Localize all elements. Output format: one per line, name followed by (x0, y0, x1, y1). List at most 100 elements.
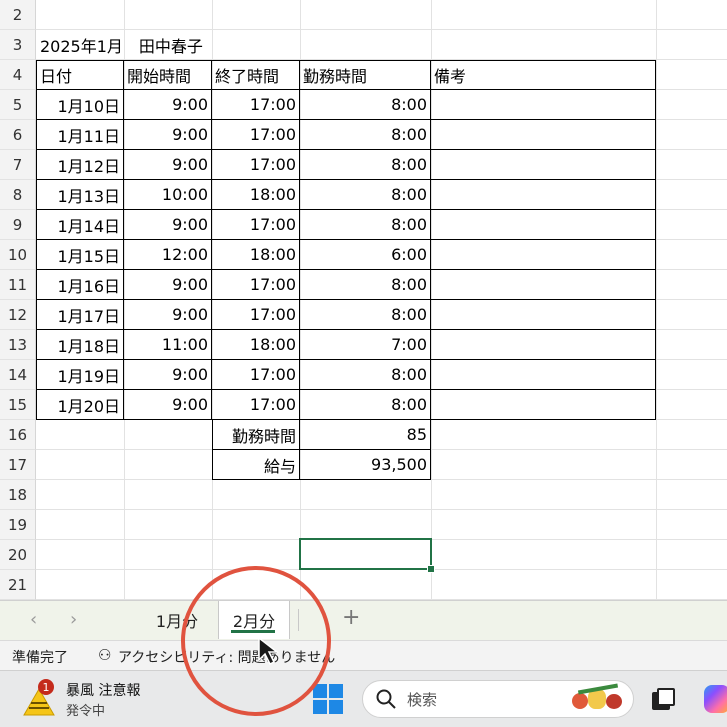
table-cell[interactable]: 8:00 (300, 90, 431, 120)
row-header[interactable]: 8 (0, 180, 36, 210)
row-header[interactable]: 5 (0, 90, 36, 120)
table-cell[interactable]: 17:00 (212, 150, 300, 180)
table-cell[interactable]: 18:00 (212, 330, 300, 360)
grid-column-line (656, 0, 657, 600)
table-cell[interactable]: 1月10日 (36, 90, 124, 120)
taskbar-search-box[interactable]: 検索 (362, 680, 634, 718)
summary-label[interactable]: 給与 (212, 450, 300, 480)
add-sheet-icon[interactable]: + (342, 605, 360, 630)
table-cell[interactable]: 1月20日 (36, 390, 124, 420)
row-header[interactable]: 21 (0, 570, 36, 600)
table-cell[interactable]: 17:00 (212, 300, 300, 330)
table-cell[interactable] (431, 120, 656, 150)
table-cell[interactable]: 9:00 (124, 90, 212, 120)
table-header-cell[interactable]: 勤務時間 (300, 60, 431, 90)
selected-cell[interactable] (299, 538, 432, 570)
table-cell[interactable]: 18:00 (212, 180, 300, 210)
table-cell[interactable] (431, 150, 656, 180)
copilot-icon[interactable] (704, 685, 727, 713)
summary-value[interactable]: 85 (300, 420, 431, 450)
table-cell[interactable] (431, 240, 656, 270)
table-cell[interactable] (431, 390, 656, 420)
table-header-cell[interactable]: 開始時間 (124, 60, 212, 90)
table-cell[interactable]: 1月13日 (36, 180, 124, 210)
accessibility-icon[interactable]: ⚇ (98, 646, 111, 664)
row-header[interactable]: 6 (0, 120, 36, 150)
table-header-cell[interactable]: 終了時間 (212, 60, 300, 90)
table-cell[interactable]: 8:00 (300, 300, 431, 330)
sheet-title[interactable]: 2025年1月 田中春子 (37, 30, 297, 60)
weather-subtitle: 発令中 (66, 704, 106, 719)
table-cell[interactable]: 1月12日 (36, 150, 124, 180)
table-cell[interactable]: 9:00 (124, 270, 212, 300)
row-header[interactable]: 20 (0, 540, 36, 570)
task-view-icon[interactable] (652, 688, 676, 710)
table-cell[interactable]: 17:00 (212, 270, 300, 300)
table-cell[interactable] (431, 270, 656, 300)
table-cell[interactable]: 17:00 (212, 120, 300, 150)
summary-label[interactable]: 勤務時間 (212, 420, 300, 450)
table-cell[interactable]: 1月17日 (36, 300, 124, 330)
table-cell[interactable]: 1月18日 (36, 330, 124, 360)
table-cell[interactable]: 1月11日 (36, 120, 124, 150)
row-header[interactable]: 13 (0, 330, 36, 360)
table-cell[interactable]: 1月16日 (36, 270, 124, 300)
weather-widget[interactable]: 1 暴風 注意報 発令中 (20, 677, 180, 721)
table-cell[interactable]: 7:00 (300, 330, 431, 360)
table-cell[interactable]: 6:00 (300, 240, 431, 270)
row-header[interactable]: 19 (0, 510, 36, 540)
row-header[interactable]: 3 (0, 30, 36, 60)
table-cell[interactable] (431, 330, 656, 360)
table-cell[interactable]: 18:00 (212, 240, 300, 270)
table-cell[interactable]: 10:00 (124, 180, 212, 210)
table-cell[interactable]: 9:00 (124, 210, 212, 240)
table-cell[interactable]: 8:00 (300, 270, 431, 300)
table-cell[interactable]: 8:00 (300, 180, 431, 210)
table-cell[interactable]: 9:00 (124, 360, 212, 390)
row-header[interactable]: 9 (0, 210, 36, 240)
table-cell[interactable]: 12:00 (124, 240, 212, 270)
row-header[interactable]: 16 (0, 420, 36, 450)
row-header[interactable]: 7 (0, 150, 36, 180)
table-cell[interactable]: 17:00 (212, 210, 300, 240)
table-cell[interactable]: 9:00 (124, 300, 212, 330)
row-header[interactable]: 14 (0, 360, 36, 390)
table-cell[interactable]: 9:00 (124, 150, 212, 180)
row-header[interactable]: 18 (0, 480, 36, 510)
table-cell[interactable] (431, 300, 656, 330)
prev-sheet-arrow-icon[interactable]: ‹ (30, 609, 37, 630)
table-cell[interactable] (431, 180, 656, 210)
search-highlight-image (568, 683, 628, 713)
table-cell[interactable] (431, 360, 656, 390)
table-cell[interactable]: 1月15日 (36, 240, 124, 270)
row-header[interactable]: 11 (0, 270, 36, 300)
table-header-cell[interactable]: 備考 (431, 60, 656, 90)
fill-handle[interactable] (427, 565, 435, 573)
row-header[interactable]: 4 (0, 60, 36, 90)
table-cell[interactable]: 8:00 (300, 390, 431, 420)
row-header[interactable]: 2 (0, 0, 36, 30)
table-cell[interactable]: 11:00 (124, 330, 212, 360)
table-cell[interactable]: 8:00 (300, 150, 431, 180)
table-cell[interactable]: 1月14日 (36, 210, 124, 240)
windows-start-icon[interactable] (313, 684, 343, 714)
table-cell[interactable]: 9:00 (124, 390, 212, 420)
table-cell[interactable]: 9:00 (124, 120, 212, 150)
spreadsheet-grid[interactable]: 2 3 4 5 6 7 8 9 10 11 12 13 14 15 16 17 18 19 20 21 2025年1月… (0, 0, 727, 600)
table-cell[interactable]: 8:00 (300, 360, 431, 390)
summary-value[interactable]: 93,500 (300, 450, 431, 480)
table-cell[interactable]: 1月19日 (36, 360, 124, 390)
table-cell[interactable]: 17:00 (212, 390, 300, 420)
table-cell[interactable]: 8:00 (300, 210, 431, 240)
table-header-cell[interactable]: 日付 (36, 60, 124, 90)
table-cell[interactable]: 8:00 (300, 120, 431, 150)
row-header[interactable]: 10 (0, 240, 36, 270)
row-header[interactable]: 17 (0, 450, 36, 480)
row-header[interactable]: 15 (0, 390, 36, 420)
row-header[interactable]: 12 (0, 300, 36, 330)
table-cell[interactable] (431, 210, 656, 240)
table-cell[interactable] (431, 90, 656, 120)
table-cell[interactable]: 17:00 (212, 360, 300, 390)
table-cell[interactable]: 17:00 (212, 90, 300, 120)
next-sheet-arrow-icon[interactable]: › (70, 609, 77, 630)
